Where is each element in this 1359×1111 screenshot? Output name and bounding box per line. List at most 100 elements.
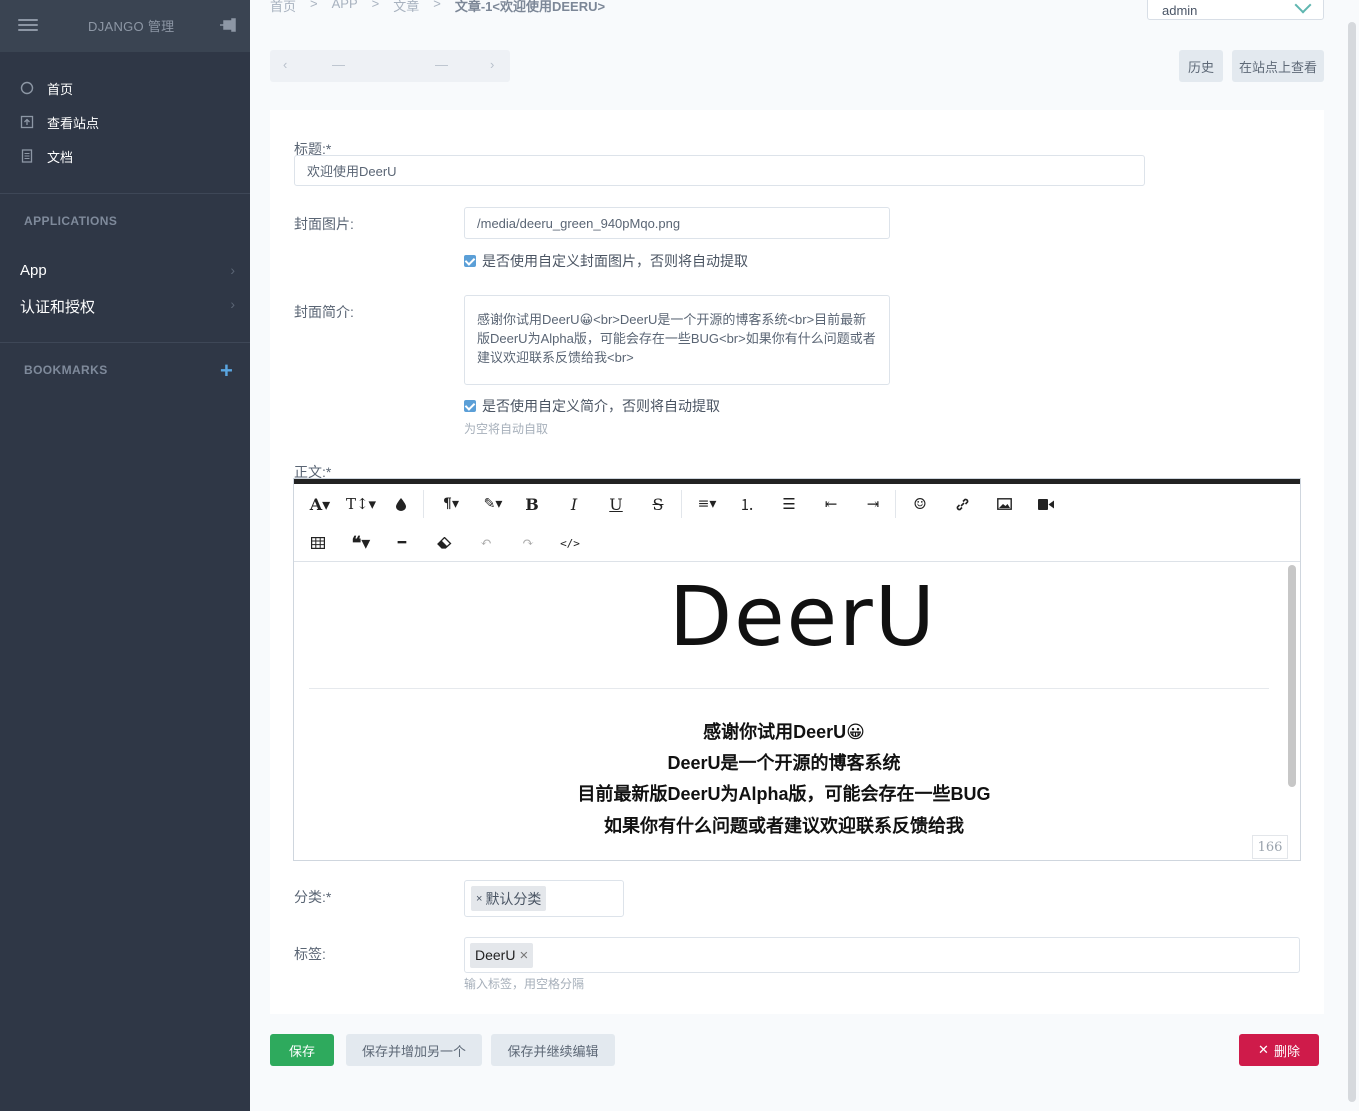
delete-button-label: 删除 xyxy=(1273,1043,1300,1059)
summary-checkbox[interactable] xyxy=(464,400,476,412)
breadcrumb-separator-icon: > xyxy=(433,0,441,11)
font-style-icon[interactable]: A▾ xyxy=(306,494,334,514)
pin-icon[interactable] xyxy=(220,16,238,34)
category-select[interactable]: × 默认分类 xyxy=(464,880,624,917)
category-tag: × 默认分类 xyxy=(471,886,547,911)
character-counter: 166 xyxy=(1252,835,1288,859)
summary-checkbox-label: 是否使用自定义简介，否则将自动提取 xyxy=(482,398,720,414)
cover-input[interactable]: /media/deeru_green_940pMqo.png xyxy=(464,207,890,239)
chevron-right-icon: › xyxy=(230,296,235,312)
toolbar-separator xyxy=(681,490,682,518)
undo-icon[interactable]: ↶ xyxy=(476,533,496,553)
prev-arrow-icon[interactable]: ‹ xyxy=(283,57,287,72)
tags-label: 标签: xyxy=(294,946,326,962)
sidebar-item-docs[interactable]: 文档 xyxy=(20,146,73,166)
remove-tag-icon[interactable]: × xyxy=(476,893,482,905)
summary-label: 封面简介: xyxy=(294,304,354,320)
pager-next-label[interactable]: — xyxy=(435,57,448,72)
color-drop-icon[interactable] xyxy=(392,494,410,514)
applications-heading: APPLICATIONS xyxy=(24,214,118,228)
title-input-value: 欢迎使用DeerU xyxy=(307,164,397,179)
breadcrumb-link-articles[interactable]: 文章 xyxy=(393,0,419,15)
category-tag-label: 默认分类 xyxy=(485,890,542,907)
cover-checkbox[interactable] xyxy=(464,255,476,267)
sidebar-item-label: 文档 xyxy=(47,149,74,165)
horizontal-rule-icon[interactable]: ━ xyxy=(392,533,412,553)
table-icon[interactable] xyxy=(308,533,328,553)
page-scrollbar[interactable] xyxy=(1348,22,1356,1102)
breadcrumb: 首页 > APP > 文章 > 文章-1<欢迎使用DEERU> xyxy=(270,0,605,15)
chevron-right-icon: › xyxy=(230,262,235,278)
editor-content-area[interactable]: DeerU 感谢你试用DeerU😀 DeerU是一个开源的博客系统 目前最新版D… xyxy=(294,562,1284,860)
editor-scrollbar[interactable] xyxy=(1288,565,1296,787)
save-and-add-button[interactable]: 保存并增加另一个 xyxy=(346,1034,482,1066)
rich-text-editor: A▾ T↕▾ ¶▾ ✎▾ B I U S ≡▾ ⒈ ☰ ⇤ ⇥ ☺ ❝▾ ━ ↶… xyxy=(293,478,1301,861)
sidebar-header: DJANGO 管理 xyxy=(0,0,250,52)
font-size-icon[interactable]: T↕▾ xyxy=(346,494,376,514)
save-button[interactable]: 保存 xyxy=(270,1034,334,1066)
remove-tag-icon[interactable]: × xyxy=(519,947,528,964)
summary-textarea-value: 感谢你试用DeerU😀<br>DeerU是一个开源的博客系统<br>目前最新版D… xyxy=(477,312,876,365)
tags-help-text: 输入标签，用空格分隔 xyxy=(464,977,585,991)
hamburger-menu-icon[interactable] xyxy=(18,16,38,36)
paragraph-icon[interactable]: ¶▾ xyxy=(437,494,465,514)
summary-textarea[interactable]: 感谢你试用DeerU😀<br>DeerU是一个开源的博客系统<br>目前最新版D… xyxy=(464,295,890,385)
breadcrumb-separator-icon: > xyxy=(310,0,318,11)
pager-prev-label[interactable]: — xyxy=(332,57,345,72)
sidebar-app-app[interactable]: App › xyxy=(20,262,235,279)
outdent-icon[interactable]: ⇤ xyxy=(821,494,841,514)
tag-chip: DeerU × xyxy=(470,942,534,968)
video-icon[interactable] xyxy=(1036,494,1056,514)
sidebar-item-home[interactable]: 首页 xyxy=(20,78,73,98)
align-icon[interactable]: ≡▾ xyxy=(692,494,722,514)
bold-icon[interactable]: B xyxy=(522,494,542,514)
upload-icon xyxy=(20,115,34,129)
cover-checkbox-row[interactable]: 是否使用自定义封面图片，否则将自动提取 xyxy=(464,251,748,271)
editor-toolbar-row-1: A▾ T↕▾ ¶▾ ✎▾ B I U S ≡▾ ⒈ ☰ ⇤ ⇥ ☺ xyxy=(294,484,1300,524)
unordered-list-icon[interactable]: ☰ xyxy=(779,494,799,514)
eraser-icon[interactable] xyxy=(434,533,454,553)
cover-input-value: /media/deeru_green_940pMqo.png xyxy=(477,215,681,231)
sidebar-app-label: App xyxy=(20,262,47,279)
content-line: 如果你有什么问题或者建议欢迎联系反馈给我 xyxy=(604,816,964,836)
add-bookmark-icon[interactable]: + xyxy=(220,360,233,382)
title-input[interactable]: 欢迎使用DeerU xyxy=(294,155,1145,186)
content-horizontal-rule xyxy=(309,688,1269,689)
ordered-list-icon[interactable]: ⒈ xyxy=(737,494,757,514)
next-arrow-icon[interactable]: › xyxy=(490,57,494,72)
italic-icon[interactable]: I xyxy=(564,494,584,514)
magic-wand-icon[interactable]: ✎▾ xyxy=(478,494,508,514)
emoji-icon[interactable]: ☺ xyxy=(910,494,930,514)
user-name: admin xyxy=(1162,3,1198,18)
underline-icon[interactable]: U xyxy=(606,494,626,514)
delete-button[interactable]: ✕ 删除 xyxy=(1239,1034,1319,1066)
sidebar-item-view-site[interactable]: 查看站点 xyxy=(20,112,99,132)
blockquote-icon[interactable]: ❝▾ xyxy=(346,533,376,554)
breadcrumb-current: 文章-1<欢迎使用DEERU> xyxy=(454,0,606,14)
link-icon[interactable] xyxy=(952,494,972,514)
deeru-logo-image: DeerU xyxy=(669,570,937,665)
circle-icon xyxy=(20,81,34,95)
strikethrough-icon[interactable]: S xyxy=(648,494,668,514)
cover-checkbox-label: 是否使用自定义封面图片，否则将自动提取 xyxy=(482,253,748,269)
document-icon xyxy=(21,149,33,163)
summary-checkbox-row[interactable]: 是否使用自定义简介，否则将自动提取 xyxy=(464,396,720,416)
chevron-down-icon xyxy=(1294,0,1312,14)
sidebar-app-auth[interactable]: 认证和授权 › xyxy=(20,296,235,317)
image-icon[interactable] xyxy=(994,494,1014,514)
code-view-icon[interactable]: </> xyxy=(560,533,580,553)
user-menu[interactable]: admin xyxy=(1147,0,1324,20)
summary-help-text: 为空将自动自取 xyxy=(464,422,549,436)
indent-icon[interactable]: ⇥ xyxy=(863,494,883,514)
breadcrumb-link-app[interactable]: APP xyxy=(332,0,358,15)
tags-input[interactable]: DeerU × xyxy=(464,937,1300,973)
redo-icon[interactable]: ↷ xyxy=(518,533,538,553)
view-on-site-button[interactable]: 在站点上查看 xyxy=(1232,50,1324,82)
history-button[interactable]: 历史 xyxy=(1179,50,1223,82)
toolbar-separator xyxy=(423,490,424,518)
save-and-continue-button[interactable]: 保存并继续编辑 xyxy=(491,1034,615,1066)
breadcrumb-link-home[interactable]: 首页 xyxy=(270,0,296,15)
content-line: DeerU是一个开源的博客系统 xyxy=(667,753,901,773)
site-title[interactable]: DJANGO 管理 xyxy=(88,16,174,35)
content-line: 目前最新版DeerU为Alpha版，可能会存在一些BUG xyxy=(577,784,991,804)
